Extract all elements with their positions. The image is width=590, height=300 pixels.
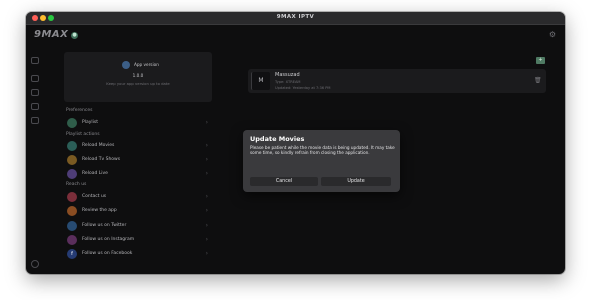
dialog-title: Update Movies [250, 135, 305, 143]
tv-icon [67, 155, 77, 165]
app-version-card: App version 1.0.0 Keep your app version … [64, 52, 212, 102]
dialog-message: Please be patient while the movie data i… [250, 145, 395, 156]
update-button[interactable]: Update [321, 177, 391, 186]
movies-icon[interactable] [31, 89, 39, 96]
window-title: 9MAX IPTV [276, 14, 315, 20]
chevron-right-icon: › [205, 142, 208, 149]
menu-item-review-app[interactable]: Review the app › [64, 205, 212, 217]
playlist-name: Massuzad [275, 72, 300, 78]
menu-label: Follow us on Facebook [82, 251, 133, 256]
playlist-avatar: M [251, 72, 270, 90]
chevron-right-icon: › [205, 250, 208, 257]
chevron-right-icon: › [205, 236, 208, 243]
menu-label: Reload Live [82, 171, 108, 176]
chevron-right-icon: › [205, 119, 208, 126]
nav-rail [26, 47, 44, 274]
trash-icon[interactable]: 🗑 [534, 77, 542, 84]
app-version-label: App version [134, 62, 159, 67]
live-tv-icon[interactable] [31, 75, 39, 82]
app-version-number: 1.0.0 [132, 73, 144, 78]
series-icon[interactable] [31, 103, 39, 110]
menu-label: Playlist [82, 120, 98, 125]
section-reach-us: Reach us [66, 182, 87, 187]
chevron-right-icon: › [205, 170, 208, 177]
shield-icon: ● [71, 32, 78, 39]
menu-item-reload-movies[interactable]: Reload Movies › [64, 140, 212, 152]
twitter-icon [67, 221, 77, 231]
add-playlist-button[interactable]: + [536, 57, 545, 64]
menu-item-instagram[interactable]: Follow us on Instagram › [64, 234, 212, 246]
playlist-card[interactable]: M Massuzad Type: XTREAM Updated: Yesterd… [248, 69, 546, 93]
menu-item-contact-us[interactable]: Contact us › [64, 191, 212, 203]
menu-item-facebook[interactable]: f Follow us on Facebook › [64, 248, 212, 260]
app-version-hint: Keep your app version up to date [106, 81, 170, 86]
live-icon [67, 169, 77, 179]
home-icon[interactable] [31, 57, 39, 64]
playlist-icon [67, 118, 77, 128]
search-icon[interactable] [31, 117, 39, 124]
chevron-right-icon: › [205, 222, 208, 229]
profile-icon[interactable] [31, 260, 39, 268]
menu-label: Follow us on Twitter [82, 223, 127, 228]
chevron-right-icon: › [205, 193, 208, 200]
menu-item-playlist[interactable]: Playlist › [64, 117, 212, 129]
app-header: 9MAX ● ⚙ [26, 25, 565, 47]
chevron-right-icon: › [205, 207, 208, 214]
playlist-updated: Updated: Yesterday at 7:36 PM [275, 86, 331, 90]
title-bar: 9MAX IPTV [26, 12, 565, 25]
facebook-icon: f [67, 249, 77, 259]
section-playlist-actions: Playlist actions [66, 132, 100, 137]
playlist-type: Type: XTREAM [275, 80, 301, 84]
update-movies-dialog: Update Movies Please be patient while th… [243, 130, 400, 192]
mail-icon [67, 192, 77, 202]
menu-label: Contact us [82, 194, 107, 199]
section-preferences: Preferences [66, 108, 93, 113]
cancel-button[interactable]: Cancel [250, 177, 318, 186]
app-logo: 9MAX [34, 29, 69, 40]
app-window: 9MAX IPTV 9MAX ● ⚙ App version 1.0.0 Kee… [26, 12, 565, 274]
star-icon [67, 206, 77, 216]
chevron-right-icon: › [205, 156, 208, 163]
menu-label: Review the app [82, 208, 117, 213]
app-icon [122, 61, 130, 69]
settings-panel: App version 1.0.0 Keep your app version … [64, 52, 214, 268]
menu-item-reload-tv-shows[interactable]: Reload Tv Shows › [64, 154, 212, 166]
menu-item-twitter[interactable]: Follow us on Twitter › [64, 220, 212, 232]
menu-item-reload-live[interactable]: Reload Live › [64, 168, 212, 180]
movies-icon [67, 141, 77, 151]
menu-label: Reload Movies [82, 143, 115, 148]
settings-icon[interactable]: ⚙ [548, 30, 557, 39]
menu-label: Follow us on Instagram [82, 237, 135, 242]
menu-label: Reload Tv Shows [82, 157, 121, 162]
instagram-icon [67, 235, 77, 245]
